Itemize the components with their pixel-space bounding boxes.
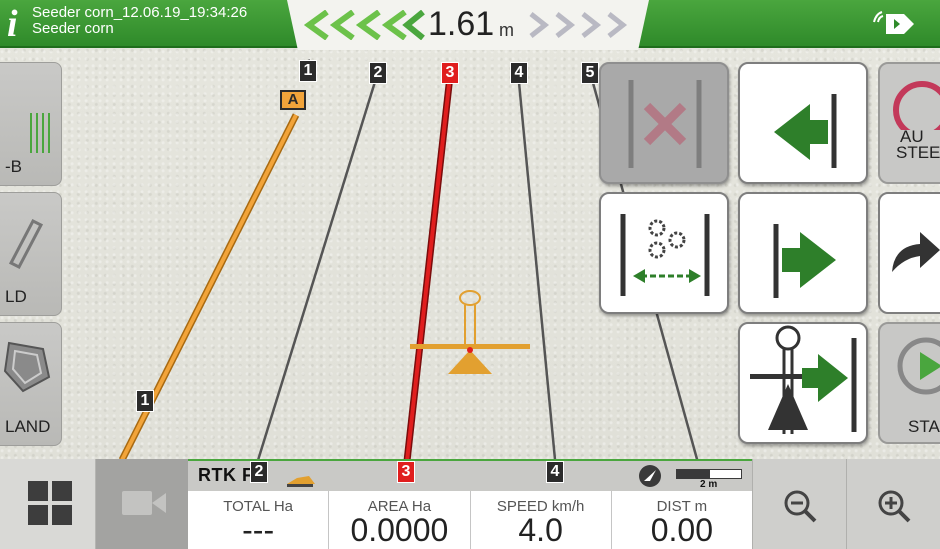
implement-name: Seeder corn	[32, 20, 114, 37]
offset-unit: m	[499, 20, 514, 40]
guidance-line-4	[516, 71, 558, 471]
land-button[interactable]: LAND	[0, 322, 62, 446]
top-bar: i Seeder corn_12.06.19_19:34:26 Seeder c…	[0, 0, 940, 50]
arrow-right-icon	[773, 224, 836, 298]
line-label-5: 5	[581, 62, 599, 84]
implement-status-icon	[287, 476, 315, 487]
stat-area[interactable]: AREA Ha 0.0000	[329, 491, 471, 549]
bottom-line-label-3: 3	[397, 461, 415, 483]
auto-steer-label-2: STEE	[896, 143, 940, 162]
pencil-icon	[8, 219, 44, 269]
shift-right-button[interactable]	[738, 192, 868, 314]
ab-label: -B	[5, 157, 22, 176]
turn-arrow-icon	[892, 232, 940, 272]
arrow-left-icon	[774, 94, 837, 168]
start-label: STA	[908, 417, 940, 436]
bottom-line-label-4: 4	[546, 461, 564, 483]
lightbar: 1.61 m	[287, 0, 649, 50]
ab-line-label: 1	[136, 390, 154, 412]
stat-total[interactable]: TOTAL Ha ---	[188, 491, 330, 549]
guidance-line-2	[253, 71, 380, 471]
line-label-2: 2	[369, 62, 387, 84]
stat-speed[interactable]: SPEED km/h 4.0	[471, 491, 612, 549]
line-label-4: 4	[510, 62, 528, 84]
offset-value: 1.61	[428, 5, 495, 43]
line-label-1: 1	[299, 60, 317, 82]
scale-label: 2 m	[700, 479, 718, 490]
zoom-in-button[interactable]	[846, 459, 940, 549]
zoom-out-button[interactable]	[752, 459, 846, 549]
play-icon	[897, 337, 940, 395]
stat-value: 4.0	[518, 512, 563, 548]
shift-left-button[interactable]	[738, 62, 868, 184]
job-name: Seeder corn_12.06.19_19:34:26	[32, 4, 248, 21]
camera-button[interactable]	[96, 459, 188, 549]
land-label: LAND	[5, 417, 51, 436]
compass-icon[interactable]	[636, 463, 664, 489]
bottom-bar: RTK FX 2 3 4 2 m TOTAL Ha --- AREA Ha 0.…	[0, 459, 940, 549]
steering-wheel-icon	[893, 81, 940, 130]
info-icon[interactable]: i	[7, 5, 29, 43]
stats-row: TOTAL Ha --- AREA Ha 0.0000 SPEED km/h 4…	[188, 491, 752, 549]
status-strip: RTK FX 2 3 4 2 m	[188, 459, 752, 491]
ab-lines-icon	[30, 113, 50, 153]
point-a-marker[interactable]: A	[280, 90, 306, 110]
delete-line-icon	[628, 80, 702, 168]
grid-icon	[28, 481, 72, 525]
implement-shift-button[interactable]	[738, 322, 868, 444]
auto-steer-button[interactable]: AU STEE	[878, 62, 940, 184]
chevrons-right-icon	[529, 12, 628, 38]
satellite-signal-icon[interactable]	[870, 8, 920, 38]
stat-value: 0.0000	[350, 512, 449, 548]
apps-menu-button[interactable]	[0, 459, 96, 549]
start-button[interactable]: STA	[878, 322, 940, 444]
stat-distance[interactable]: DIST m 0.00	[612, 491, 752, 549]
implement-width-button[interactable]	[599, 192, 729, 314]
field-button[interactable]: LD	[0, 192, 62, 316]
delete-line-button[interactable]	[599, 62, 729, 184]
gears-width-icon	[620, 214, 710, 296]
zoom-out-icon	[784, 490, 817, 523]
ab-line-button[interactable]: -B	[0, 62, 62, 186]
stat-value: ---	[242, 512, 275, 548]
bottom-line-label-2: 2	[250, 461, 268, 483]
field-label: LD	[5, 287, 27, 306]
stat-value: 0.00	[650, 512, 714, 548]
field-boundary-icon	[3, 341, 51, 393]
chevrons-left-icon	[303, 10, 425, 40]
zoom-in-icon	[878, 490, 911, 523]
turn-right-button[interactable]	[878, 192, 940, 314]
scale-bar	[676, 469, 742, 479]
line-label-3: 3	[441, 62, 459, 84]
implement-shift-icon	[750, 325, 857, 434]
camera-icon	[122, 491, 166, 515]
